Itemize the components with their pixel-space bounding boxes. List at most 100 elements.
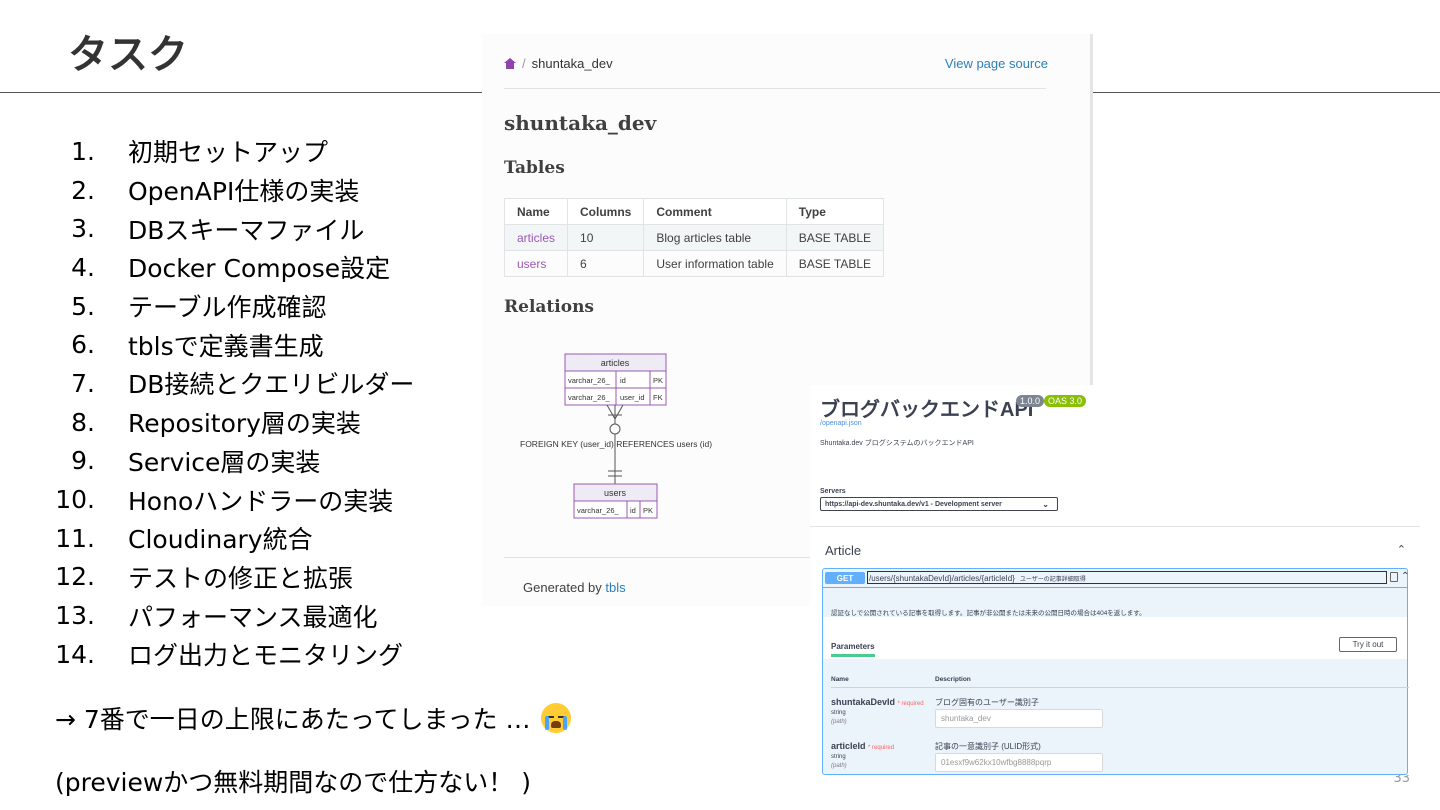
home-icon[interactable] <box>504 58 516 69</box>
chevron-up-icon[interactable]: ⌃ <box>1401 571 1409 582</box>
param-input-shuntakadevid[interactable]: shuntaka_dev <box>935 709 1103 728</box>
task-item: 8. Repository層の実装 <box>40 403 414 442</box>
version-badge: 1.0.0 <box>1016 395 1045 407</box>
col-header-description: Description <box>935 676 971 683</box>
task-item: 3. DBスキーマファイル <box>40 209 414 248</box>
param-location: (path) <box>831 763 847 769</box>
chevron-down-icon: ⌄ <box>1042 500 1049 509</box>
table-cell: Blog articles table <box>643 224 787 251</box>
table-row: users 6 User information table BASE TABL… <box>503 250 885 277</box>
er-col-key: PK <box>653 376 663 385</box>
col-header-name: Name <box>503 198 569 225</box>
task-text: Service層の実装 <box>128 447 321 477</box>
er-col-type: varchar_26_ <box>568 376 611 385</box>
method-badge: GET <box>825 572 865 584</box>
breadcrumb-separator: / <box>522 56 526 71</box>
required-marker: * required <box>868 745 895 751</box>
er-col-key: FK <box>653 393 663 402</box>
task-item: 13. パフォーマンス最適化 <box>40 596 414 635</box>
task-item: 7. DB接続とクエリビルダー <box>40 364 414 403</box>
try-it-out-button[interactable]: Try it out <box>1339 637 1397 652</box>
task-number: 1. <box>71 136 95 166</box>
tab-parameters[interactable]: Parameters <box>831 642 875 657</box>
server-select[interactable]: https://api-dev.shuntaka.dev/v1 - Develo… <box>820 497 1058 511</box>
param-description: 記事の一意識別子 (ULID形式) <box>935 742 1041 751</box>
er-relation-label: FOREIGN KEY (user_id) REFERENCES users (… <box>520 439 712 449</box>
er-entity-title: users <box>604 488 627 498</box>
chevron-up-icon[interactable]: ⌃ <box>1397 543 1406 556</box>
er-col-type: varchar_26_ <box>568 393 611 402</box>
task-item: 9. Service層の実装 <box>40 442 414 481</box>
col-header-type: Type <box>785 198 885 225</box>
param-location: (path) <box>831 719 847 725</box>
er-entity-articles: articles varchar_26_ id PK varchar_26_ u… <box>564 353 667 406</box>
table-cell: BASE TABLE <box>785 224 885 251</box>
param-description: ブログ固有のユーザー識別子 <box>935 698 1039 707</box>
spec-link[interactable]: /openapi.json <box>820 420 862 427</box>
task-list: 1. 初期セットアップ 2. OpenAPI仕様の実装 3. DBスキーマファイル 4… <box>40 132 414 674</box>
note-preview-period: (previewかつ無料期間なので仕方ない！ ) <box>55 768 532 797</box>
task-text: Repository層の実装 <box>128 409 361 439</box>
task-text: 初期セットアップ <box>128 138 329 168</box>
copy-icon[interactable] <box>1390 572 1398 582</box>
task-number: 5. <box>71 291 95 321</box>
schema-title: shuntaka_dev <box>504 111 657 135</box>
task-text: Cloudinary統合 <box>128 525 313 555</box>
divider <box>831 687 1409 688</box>
table-cell: 10 <box>567 224 645 251</box>
table-cell: User information table <box>643 250 787 277</box>
task-number: 8. <box>71 407 95 437</box>
task-number: 14. <box>55 639 95 669</box>
task-item: 14. ログ出力とモニタリング <box>40 635 414 674</box>
param-name: articleId * required <box>831 741 895 751</box>
servers-label: Servers <box>820 488 846 495</box>
task-item: 11. Cloudinary統合 <box>40 519 414 558</box>
tables-table: Name Columns Comment Type articles 10 Bl… <box>503 198 885 277</box>
task-item: 4. Docker Compose設定 <box>40 248 414 287</box>
task-text: DBスキーマファイル <box>128 215 365 245</box>
er-entity-users: users varchar_26_ id PK <box>573 483 658 519</box>
divider <box>504 88 1046 89</box>
er-col-type: varchar_26_ <box>577 506 620 515</box>
task-number: 10. <box>55 485 95 515</box>
param-input-articleid[interactable]: 01esxf9w62kx10wfbg8888pqrp <box>935 753 1103 772</box>
view-page-source-link[interactable]: View page source <box>945 56 1048 71</box>
task-number: 11. <box>55 523 95 553</box>
task-item: 10. Honoハンドラーの実装 <box>40 480 414 519</box>
task-number: 12. <box>55 562 95 592</box>
table-link-users[interactable]: users <box>517 257 546 271</box>
tbls-link[interactable]: tbls <box>605 580 625 595</box>
operation-path: /users/{shuntakaDevId}/articles/{article… <box>869 574 1086 583</box>
relations-heading: Relations <box>504 297 594 317</box>
table-header-row: Name Columns Comment Type <box>503 198 885 225</box>
er-col-name: id <box>630 506 636 515</box>
er-col-name: id <box>620 376 626 385</box>
param-type: string <box>831 754 846 760</box>
param-name: shuntakaDevId * required <box>831 697 924 707</box>
tag-article[interactable]: Article <box>825 543 861 558</box>
task-number: 9. <box>71 446 95 476</box>
oas-badge: OAS 3.0 <box>1044 395 1087 407</box>
swagger-ui-screenshot: ブログバックエンドAPI 1.0.0 OAS 3.0 /openapi.json… <box>810 385 1420 775</box>
task-text: テストの修正と拡張 <box>128 563 354 593</box>
server-selected-value: https://api-dev.shuntaka.dev/v1 - Develo… <box>825 500 1002 508</box>
task-number: 2. <box>71 175 95 205</box>
divider <box>810 526 1420 527</box>
task-text: Honoハンドラーの実装 <box>128 486 394 516</box>
er-col-key: PK <box>643 506 653 515</box>
table-link-articles[interactable]: articles <box>517 231 555 245</box>
col-header-name: Name <box>831 676 849 683</box>
task-text: Docker Compose設定 <box>128 254 391 284</box>
er-entity-title: articles <box>601 358 630 368</box>
operation-summary[interactable]: GET /users/{shuntakaDevId}/articles/{art… <box>823 569 1409 588</box>
api-description: Shuntaka.dev ブログシステムのバックエンドAPI <box>820 440 974 447</box>
task-number: 3. <box>71 214 95 244</box>
operation-block: GET /users/{shuntakaDevId}/articles/{art… <box>822 568 1409 775</box>
task-text: tblsで定義書生成 <box>128 331 324 361</box>
breadcrumb-current: shuntaka_dev <box>531 56 613 71</box>
footer: Generated by tbls <box>523 580 626 595</box>
operation-summary-text: ユーザーの記事詳細取得 <box>1019 577 1086 583</box>
task-item: 1. 初期セットアップ <box>40 132 414 171</box>
slide-title: タスク <box>68 32 188 78</box>
breadcrumb: / shuntaka_dev <box>504 56 613 71</box>
